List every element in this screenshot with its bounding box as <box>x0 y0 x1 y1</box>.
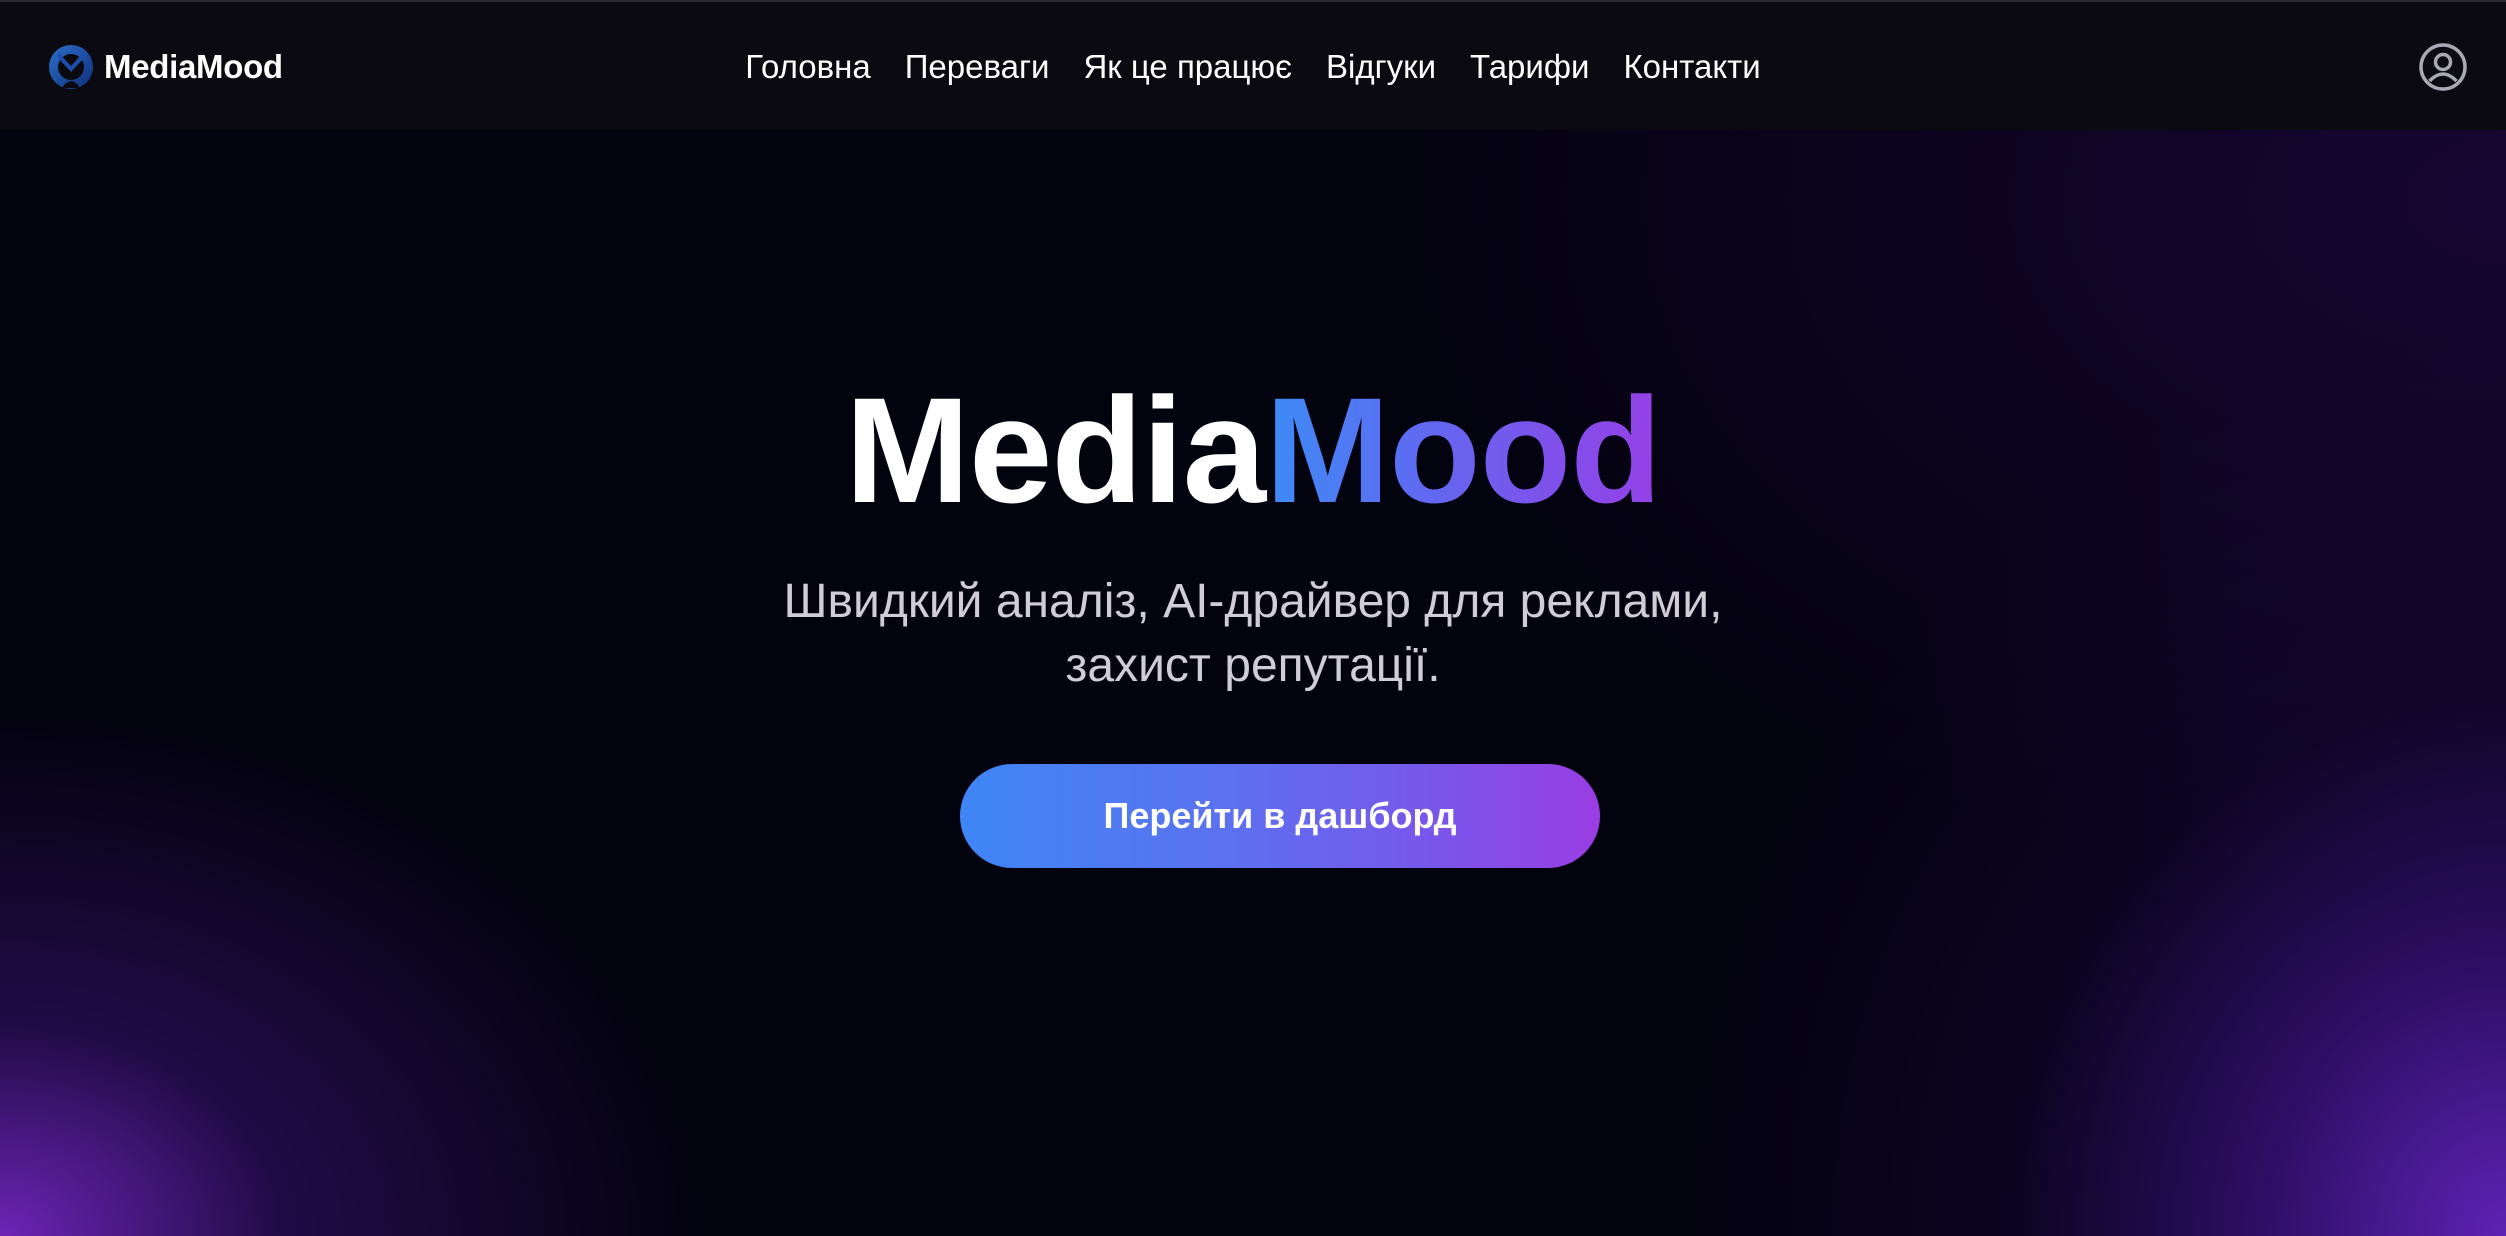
hero-subtitle-line1: Швидкий аналіз, AI-драйвер для реклами, <box>783 575 1723 628</box>
nav-link-home[interactable]: Головна <box>745 48 870 86</box>
hero-title: MediaMood <box>0 375 2506 525</box>
go-to-dashboard-button[interactable]: Перейти в дашборд <box>960 764 1600 868</box>
hero-subtitle: Швидкий аналіз, AI-драйвер для реклами, … <box>0 570 2506 698</box>
nav-link-how-it-works[interactable]: Як це працює <box>1083 48 1292 86</box>
landing-page: MediaMood Головна Переваги Як це працює … <box>0 0 2506 1236</box>
user-circle-icon[interactable] <box>2418 42 2468 92</box>
nav-link-contacts[interactable]: Контакти <box>1623 48 1760 86</box>
hero-title-mood: Mood <box>1265 366 1662 534</box>
nav-link-benefits[interactable]: Переваги <box>905 48 1050 86</box>
main-nav: Головна Переваги Як це працює Відгуки Та… <box>0 2 2506 132</box>
nav-link-reviews[interactable]: Відгуки <box>1326 48 1436 86</box>
brand-link[interactable]: MediaMood <box>48 2 283 132</box>
nav-link-pricing[interactable]: Тарифи <box>1470 48 1589 86</box>
top-navbar: MediaMood Головна Переваги Як це працює … <box>0 0 2506 130</box>
hero-title-media: Media <box>845 366 1266 534</box>
hero-subtitle-line2: захист репутації. <box>1065 639 1441 692</box>
brand-name: MediaMood <box>104 48 283 85</box>
mediamood-logo-icon <box>49 45 93 89</box>
